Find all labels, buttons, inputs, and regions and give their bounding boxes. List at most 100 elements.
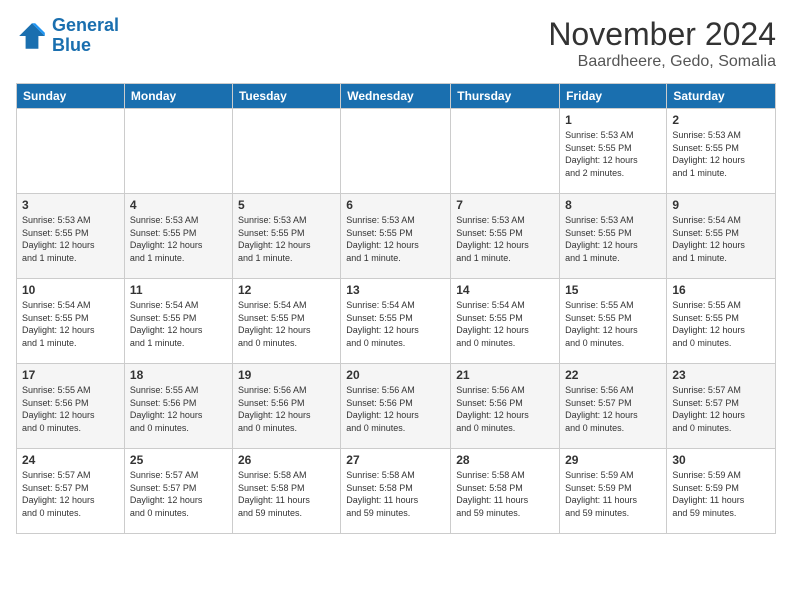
day-number: 2 <box>672 113 770 127</box>
day-number: 8 <box>565 198 661 212</box>
day-number: 7 <box>456 198 554 212</box>
day-number: 21 <box>456 368 554 382</box>
calendar-cell: 14 Sunrise: 5:54 AM Sunset: 5:55 PM Dayli… <box>451 279 560 364</box>
calendar-week-row: 17Sunrise: 5:55 AM Sunset: 5:56 PM Dayli… <box>17 364 776 449</box>
day-number: 4 <box>130 198 227 212</box>
day-number: 26 <box>238 453 335 467</box>
day-info: Sunrise: 5:58 AM Sunset: 5:58 PM Dayligh… <box>346 469 445 519</box>
day-number: 22 <box>565 368 661 382</box>
weekday-header: Saturday <box>667 84 776 109</box>
day-number: 6 <box>346 198 445 212</box>
calendar-cell: 29 Sunrise: 5:59 AM Sunset: 5:59 PM Dayli… <box>560 449 667 534</box>
calendar-cell: 28 Sunrise: 5:58 AM Sunset: 5:58 PM Dayli… <box>451 449 560 534</box>
logo-line1: General <box>52 15 119 35</box>
calendar-week-row: 10Sunrise: 5:54 AM Sunset: 5:55 PM Dayli… <box>17 279 776 364</box>
calendar: SundayMondayTuesdayWednesdayThursdayFrid… <box>16 83 776 534</box>
day-info: Sunrise: 5:56 AM Sunset: 5:56 PM Dayligh… <box>238 384 335 434</box>
day-info: Sunrise: 5:53 AM Sunset: 5:55 PM Dayligh… <box>346 214 445 264</box>
weekday-header: Wednesday <box>341 84 451 109</box>
calendar-cell: 20Sunrise: 5:56 AM Sunset: 5:56 PM Dayli… <box>341 364 451 449</box>
weekday-header: Friday <box>560 84 667 109</box>
day-info: Sunrise: 5:54 AM Sunset: 5:55 PM Dayligh… <box>130 299 227 349</box>
calendar-cell: 13 Sunrise: 5:54 AM Sunset: 5:55 PM Dayli… <box>341 279 451 364</box>
weekday-header: Tuesday <box>232 84 340 109</box>
calendar-cell: 21Sunrise: 5:56 AM Sunset: 5:56 PM Dayli… <box>451 364 560 449</box>
day-info: Sunrise: 5:59 AM Sunset: 5:59 PM Dayligh… <box>565 469 661 519</box>
calendar-week-row: 24 Sunrise: 5:57 AM Sunset: 5:57 PM Dayli… <box>17 449 776 534</box>
calendar-cell: 16Sunrise: 5:55 AM Sunset: 5:55 PM Dayli… <box>667 279 776 364</box>
day-info: Sunrise: 5:54 AM Sunset: 5:55 PM Dayligh… <box>672 214 770 264</box>
day-info: Sunrise: 5:53 AM Sunset: 5:55 PM Dayligh… <box>130 214 227 264</box>
day-number: 16 <box>672 283 770 297</box>
calendar-cell: 7 Sunrise: 5:53 AM Sunset: 5:55 PM Daylig… <box>451 194 560 279</box>
day-info: Sunrise: 5:55 AM Sunset: 5:55 PM Dayligh… <box>565 299 661 349</box>
day-number: 24 <box>22 453 119 467</box>
location: Baardheere, Gedo, Somalia <box>548 53 776 71</box>
day-info: Sunrise: 5:53 AM Sunset: 5:55 PM Dayligh… <box>565 214 661 264</box>
day-number: 27 <box>346 453 445 467</box>
day-number: 11 <box>130 283 227 297</box>
calendar-cell: 5Sunrise: 5:53 AM Sunset: 5:55 PM Daylig… <box>232 194 340 279</box>
day-info: Sunrise: 5:54 AM Sunset: 5:55 PM Dayligh… <box>456 299 554 349</box>
logo-line2: Blue <box>52 35 91 55</box>
calendar-cell: 30Sunrise: 5:59 AM Sunset: 5:59 PM Dayli… <box>667 449 776 534</box>
day-info: Sunrise: 5:54 AM Sunset: 5:55 PM Dayligh… <box>22 299 119 349</box>
day-info: Sunrise: 5:56 AM Sunset: 5:56 PM Dayligh… <box>346 384 445 434</box>
calendar-cell: 8 Sunrise: 5:53 AM Sunset: 5:55 PM Daylig… <box>560 194 667 279</box>
title-block: November 2024 Baardheere, Gedo, Somalia <box>548 16 776 71</box>
calendar-cell: 12Sunrise: 5:54 AM Sunset: 5:55 PM Dayli… <box>232 279 340 364</box>
calendar-cell: 1 Sunrise: 5:53 AM Sunset: 5:55 PM Daylig… <box>560 109 667 194</box>
day-number: 3 <box>22 198 119 212</box>
calendar-cell: 10Sunrise: 5:54 AM Sunset: 5:55 PM Dayli… <box>17 279 125 364</box>
day-info: Sunrise: 5:57 AM Sunset: 5:57 PM Dayligh… <box>672 384 770 434</box>
page: General Blue November 2024 Baardheere, G… <box>0 0 792 550</box>
day-info: Sunrise: 5:58 AM Sunset: 5:58 PM Dayligh… <box>456 469 554 519</box>
day-number: 28 <box>456 453 554 467</box>
header: General Blue November 2024 Baardheere, G… <box>16 16 776 71</box>
day-number: 1 <box>565 113 661 127</box>
day-number: 9 <box>672 198 770 212</box>
calendar-cell <box>451 109 560 194</box>
calendar-week-row: 1 Sunrise: 5:53 AM Sunset: 5:55 PM Daylig… <box>17 109 776 194</box>
weekday-header: Monday <box>124 84 232 109</box>
weekday-header: Sunday <box>17 84 125 109</box>
calendar-week-row: 3 Sunrise: 5:53 AM Sunset: 5:55 PM Daylig… <box>17 194 776 279</box>
calendar-cell: 25 Sunrise: 5:57 AM Sunset: 5:57 PM Dayli… <box>124 449 232 534</box>
calendar-cell: 15Sunrise: 5:55 AM Sunset: 5:55 PM Dayli… <box>560 279 667 364</box>
day-info: Sunrise: 5:55 AM Sunset: 5:56 PM Dayligh… <box>22 384 119 434</box>
weekday-row: SundayMondayTuesdayWednesdayThursdayFrid… <box>17 84 776 109</box>
day-info: Sunrise: 5:58 AM Sunset: 5:58 PM Dayligh… <box>238 469 335 519</box>
calendar-cell: 27 Sunrise: 5:58 AM Sunset: 5:58 PM Dayli… <box>341 449 451 534</box>
month-title: November 2024 <box>548 16 776 53</box>
day-info: Sunrise: 5:54 AM Sunset: 5:55 PM Dayligh… <box>346 299 445 349</box>
calendar-cell <box>341 109 451 194</box>
day-number: 23 <box>672 368 770 382</box>
day-number: 29 <box>565 453 661 467</box>
calendar-cell: 26 Sunrise: 5:58 AM Sunset: 5:58 PM Dayli… <box>232 449 340 534</box>
calendar-cell: 4 Sunrise: 5:53 AM Sunset: 5:55 PM Daylig… <box>124 194 232 279</box>
day-info: Sunrise: 5:57 AM Sunset: 5:57 PM Dayligh… <box>22 469 119 519</box>
calendar-cell: 17Sunrise: 5:55 AM Sunset: 5:56 PM Dayli… <box>17 364 125 449</box>
calendar-cell: 2 Sunrise: 5:53 AM Sunset: 5:55 PM Daylig… <box>667 109 776 194</box>
day-info: Sunrise: 5:56 AM Sunset: 5:57 PM Dayligh… <box>565 384 661 434</box>
day-info: Sunrise: 5:59 AM Sunset: 5:59 PM Dayligh… <box>672 469 770 519</box>
day-number: 18 <box>130 368 227 382</box>
day-info: Sunrise: 5:53 AM Sunset: 5:55 PM Dayligh… <box>672 129 770 179</box>
calendar-cell: 3 Sunrise: 5:53 AM Sunset: 5:55 PM Daylig… <box>17 194 125 279</box>
weekday-header: Thursday <box>451 84 560 109</box>
day-number: 14 <box>456 283 554 297</box>
calendar-cell: 6 Sunrise: 5:53 AM Sunset: 5:55 PM Daylig… <box>341 194 451 279</box>
day-info: Sunrise: 5:55 AM Sunset: 5:56 PM Dayligh… <box>130 384 227 434</box>
calendar-cell: 24 Sunrise: 5:57 AM Sunset: 5:57 PM Dayli… <box>17 449 125 534</box>
calendar-cell: 19Sunrise: 5:56 AM Sunset: 5:56 PM Dayli… <box>232 364 340 449</box>
day-number: 13 <box>346 283 445 297</box>
day-info: Sunrise: 5:53 AM Sunset: 5:55 PM Dayligh… <box>456 214 554 264</box>
calendar-cell: 9 Sunrise: 5:54 AM Sunset: 5:55 PM Daylig… <box>667 194 776 279</box>
day-number: 25 <box>130 453 227 467</box>
day-info: Sunrise: 5:53 AM Sunset: 5:55 PM Dayligh… <box>22 214 119 264</box>
day-info: Sunrise: 5:53 AM Sunset: 5:55 PM Dayligh… <box>238 214 335 264</box>
logo: General Blue <box>16 16 119 56</box>
calendar-cell: 23 Sunrise: 5:57 AM Sunset: 5:57 PM Dayli… <box>667 364 776 449</box>
day-info: Sunrise: 5:57 AM Sunset: 5:57 PM Dayligh… <box>130 469 227 519</box>
day-info: Sunrise: 5:53 AM Sunset: 5:55 PM Dayligh… <box>565 129 661 179</box>
